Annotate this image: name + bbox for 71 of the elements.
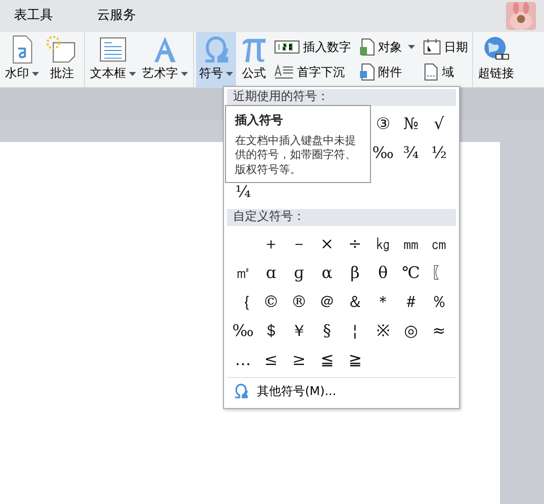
tooltip-title: 插入符号 [235, 112, 284, 129]
section-header: 自定义符号： [227, 209, 456, 226]
ribbon-button[interactable]: 艺术字 [139, 32, 191, 87]
symbol-button[interactable]: ≦ [313, 345, 341, 374]
symbol-button[interactable]: ɡ [285, 258, 313, 287]
symbol-button[interactable]: ≤ [257, 345, 285, 374]
symbol-button[interactable]: ÷ [341, 229, 369, 258]
more-symbols-item[interactable]: 其他符号(M)... [227, 377, 456, 404]
symbol-button[interactable]: － [285, 229, 313, 258]
symbol-button[interactable]: × [313, 229, 341, 258]
calendar-icon [423, 38, 441, 55]
symbol-button[interactable]: ¦ [341, 316, 369, 345]
symbol-button[interactable]: ㎜ [397, 229, 425, 258]
symbol-button[interactable]: ≥ [285, 345, 313, 374]
symbol-button[interactable]: 〖 [425, 258, 453, 287]
symbol-button[interactable]: © [257, 287, 285, 316]
symbol-button[interactable]: ‰ [229, 316, 257, 345]
ribbon-tab[interactable]: 表工具 [0, 0, 75, 32]
symbol-button[interactable]: ‰ [369, 138, 397, 167]
avatar-icon[interactable] [506, 2, 536, 30]
symbol-button[interactable]: √ [425, 109, 453, 138]
symbol-button[interactable]: ＃ [397, 287, 425, 316]
omega-icon [233, 383, 249, 399]
ribbon-button[interactable]: 超链接 [475, 32, 517, 87]
symbol-button[interactable]: ＄ [257, 316, 285, 345]
ribbon-button[interactable]: 对象 [357, 34, 417, 60]
attachment-icon [359, 63, 375, 82]
symbol-button[interactable]: ＠ [313, 287, 341, 316]
section-header: 近期使用的符号： [227, 89, 456, 106]
symbol-button[interactable]: ￥ [285, 316, 313, 345]
symbol-button[interactable]: ≈ [425, 316, 453, 345]
ribbon-button[interactable]: 日期 [421, 34, 470, 60]
ribbon-button[interactable]: 文本框 [87, 32, 139, 87]
ribbon-tab[interactable]: 云服务 [75, 0, 158, 32]
number-icon [274, 40, 300, 54]
object-icon [359, 38, 375, 56]
text-box-icon [98, 35, 128, 64]
symbol-button[interactable]: α [313, 258, 341, 287]
ribbon-button[interactable]: 首字下沉 [272, 60, 353, 85]
symbol-button[interactable]: ＆ [341, 287, 369, 316]
ribbon-button[interactable]: 符号 [196, 32, 236, 87]
symbol-button[interactable]: ＋ [257, 229, 285, 258]
symbol-button[interactable]: ③ [369, 109, 397, 138]
symbol-button[interactable]: ɑ [257, 258, 285, 287]
symbol-button[interactable]: ㎡ [229, 258, 257, 287]
drop-cap-icon [274, 64, 294, 80]
symbol-button[interactable]: ㎝ [425, 229, 453, 258]
symbol-button[interactable]: ｛ [229, 287, 257, 316]
symbol-button[interactable]: ※ [369, 316, 397, 345]
symbol-button[interactable]: ◎ [397, 316, 425, 345]
symbol-button[interactable]: ℃ [397, 258, 425, 287]
tooltip-text: 在文档中插入键盘中未提供的符号，如带圈字符、版权符号等。 [235, 134, 357, 177]
ribbon-button[interactable]: 批注 [42, 32, 82, 87]
symbol-button[interactable]: θ [369, 258, 397, 287]
symbol-button[interactable]: № [397, 109, 425, 138]
ribbon-button[interactable]: 附件 [357, 60, 417, 85]
ribbon-button[interactable]: 插入数字 [272, 34, 353, 60]
field-icon [423, 63, 439, 82]
symbol-button[interactable]: ½ [425, 138, 453, 167]
symbol-button[interactable]: ≧ [341, 345, 369, 374]
symbol-button[interactable]: ＊ [369, 287, 397, 316]
symbol-button[interactable]: ㎏ [369, 229, 397, 258]
ribbon-button[interactable]: 水印 [2, 32, 42, 87]
symbol-button[interactable]: § [313, 316, 341, 345]
symbol-button[interactable]: ％ [425, 287, 453, 316]
symbol-button[interactable]: ® [285, 287, 313, 316]
ribbon-button[interactable]: 域 [421, 60, 470, 85]
ribbon-button[interactable]: 公式 [236, 32, 272, 87]
symbol-button[interactable]: ¾ [397, 138, 425, 167]
symbol-button[interactable]: β [341, 258, 369, 287]
symbol-button[interactable]: … [229, 345, 257, 374]
